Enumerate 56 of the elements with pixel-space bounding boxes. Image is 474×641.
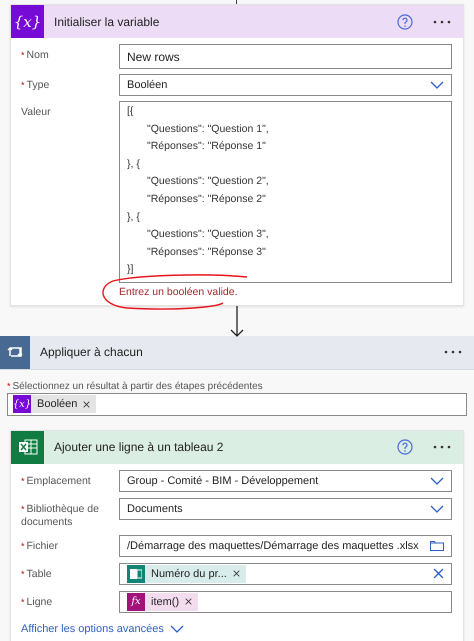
close-icon[interactable] xyxy=(232,570,240,578)
chevron-down-icon[interactable] xyxy=(430,504,444,513)
card-header[interactable]: {x} Initialiser la variable xyxy=(11,5,463,38)
token-field[interactable]: {x} Booléen xyxy=(7,392,467,416)
token-chip[interactable]: Numéro du pr... xyxy=(127,564,246,583)
code-line: }, { xyxy=(127,210,141,225)
help-icon[interactable] xyxy=(397,439,413,456)
close-icon[interactable] xyxy=(83,400,90,408)
chevron-down-icon[interactable] xyxy=(430,476,444,485)
card-header[interactable]: Appliquer à chacun xyxy=(0,336,474,370)
token-field[interactable]: Numéro du pr... xyxy=(119,562,452,585)
field-label: * Bibliothèque de documents xyxy=(21,502,100,529)
chevron-down-icon[interactable] xyxy=(170,624,184,633)
field-label: * Fichier xyxy=(21,538,60,553)
code-line: "Questions": "Question 1", xyxy=(146,122,270,137)
token-chip[interactable]: {x} Booléen xyxy=(13,395,96,414)
help-icon[interactable] xyxy=(397,14,413,30)
input-field[interactable]: New rows xyxy=(119,44,452,69)
code-field[interactable]: [{ "Questions": "Question 1", "Réponses": "Réponse 1" }, { "Questions": "Question 2", "Réponses": "Réponse 2" }, { "Questions": "Question 3", "Réponses": "Réponse 3" }] xyxy=(119,101,452,283)
code-line: [{ xyxy=(127,105,134,119)
field-label: * Sélectionnez un résultat à partir des étapes précédentes xyxy=(7,380,264,392)
code-line: }, { xyxy=(127,158,141,172)
field-label: * Nom xyxy=(21,48,50,62)
dropdown-field[interactable]: Group - Comité - BIM - Développement xyxy=(119,470,452,492)
token-chip[interactable]: fx item() xyxy=(127,592,198,611)
spreadsheet-icon xyxy=(127,564,145,583)
dropdown-field[interactable]: Booléen xyxy=(119,74,452,96)
code-line: "Questions": "Question 2", xyxy=(146,175,270,190)
field-label: Valeur xyxy=(21,105,52,119)
dropdown-field[interactable]: Documents xyxy=(119,498,452,520)
code-line: }] xyxy=(127,263,134,278)
code-line: "Réponses": "Réponse 1" xyxy=(146,140,267,154)
field-label: * Emplacement xyxy=(21,474,92,488)
token-field[interactable]: fx item() xyxy=(119,590,452,613)
close-icon[interactable] xyxy=(433,568,444,580)
card-title: Ajouter une ligne à un tableau 2 xyxy=(54,440,224,454)
file-field[interactable]: /Démarrage des maquettes/Démarrage des maquettes .xlsx xyxy=(119,534,452,557)
card-header[interactable]: Ajouter une ligne à un tableau 2 xyxy=(11,430,463,464)
field-label: * Type xyxy=(21,78,50,92)
variable-icon: {x} xyxy=(11,5,44,38)
error-message: Entrez un booléen valide. xyxy=(119,286,238,299)
folder-icon[interactable] xyxy=(430,540,444,552)
more-icon[interactable] xyxy=(444,350,462,354)
arrow-connector xyxy=(230,306,244,338)
card-title: Appliquer à chacun xyxy=(40,345,144,360)
field-label: * Ligne xyxy=(21,594,54,609)
chevron-down-icon[interactable] xyxy=(430,81,444,89)
code-line: "Réponses": "Réponse 3" xyxy=(146,246,267,260)
code-line: "Questions": "Question 3", xyxy=(146,228,270,242)
close-icon[interactable] xyxy=(185,598,192,606)
advanced-options-link[interactable]: Afficher les options avancées xyxy=(21,618,452,635)
more-icon[interactable] xyxy=(433,445,451,450)
more-icon[interactable] xyxy=(433,20,451,24)
code-line: "Réponses": "Réponse 2" xyxy=(146,192,267,207)
field-label: * Table xyxy=(21,566,53,581)
card-title: Initialiser la variable xyxy=(54,14,160,28)
